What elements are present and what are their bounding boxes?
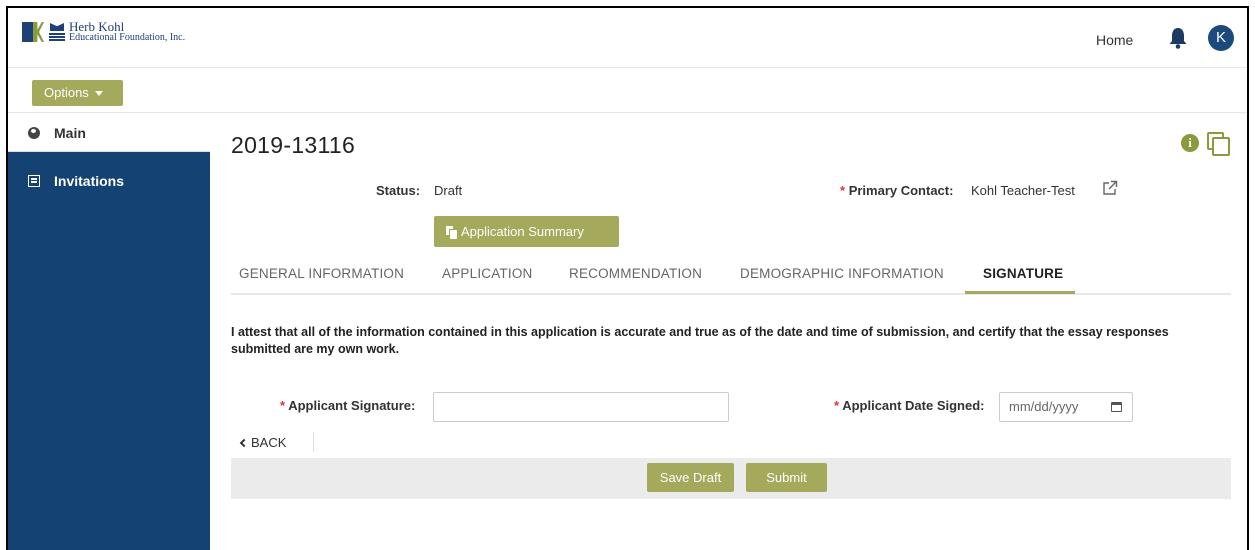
action-bar: Save Draft Submit <box>231 458 1231 499</box>
tab-application[interactable]: APPLICATION <box>442 266 532 281</box>
logo-line-2: Educational Foundation, Inc. <box>69 32 186 43</box>
submit-button[interactable]: Submit <box>746 463 827 492</box>
required-marker: * <box>280 398 286 413</box>
globe-icon <box>28 126 40 139</box>
caret-down-icon <box>95 91 104 97</box>
logo-line-1: Herb Kohl <box>69 19 125 34</box>
options-bar: Options <box>8 68 1247 113</box>
application-summary-button[interactable]: Application Summary <box>434 216 619 247</box>
logo-text: Herb Kohl Educational Foundation, Inc. <box>69 19 186 43</box>
date-placeholder: mm/dd/yyyy <box>1009 399 1079 414</box>
bell-icon[interactable] <box>1168 27 1188 49</box>
home-link[interactable]: Home <box>1096 32 1133 48</box>
back-label: BACK <box>251 435 287 450</box>
options-label: Options <box>44 85 89 100</box>
applicant-signature-label-text: Applicant Signature: <box>288 398 416 413</box>
applicant-signature-input[interactable] <box>433 392 729 422</box>
divider <box>313 432 314 452</box>
chevron-left-icon <box>239 438 249 447</box>
sidebar-item-main[interactable]: Main <box>8 114 210 152</box>
tab-recommendation[interactable]: RECOMMENDATION <box>569 266 702 281</box>
applicant-date-signed-input[interactable]: mm/dd/yyyy <box>999 392 1133 422</box>
top-navbar: Herb Kohl Educational Foundation, Inc. H… <box>8 8 1247 68</box>
application-summary-label: Application Summary <box>461 224 584 239</box>
required-marker: * <box>840 183 846 198</box>
primary-contact-label: * Primary Contact: <box>840 183 953 198</box>
primary-contact-label-text: Primary Contact: <box>848 183 954 198</box>
foundation-logo[interactable]: Herb Kohl Educational Foundation, Inc. <box>22 19 186 43</box>
list-icon <box>28 175 40 187</box>
document-icon <box>446 225 457 239</box>
sidebar-item-label: Invitations <box>54 173 125 189</box>
info-icon[interactable]: i <box>1181 134 1199 152</box>
tab-demographic-information[interactable]: DEMOGRAPHIC INFORMATION <box>740 266 944 281</box>
primary-contact-value: Kohl Teacher-Test <box>971 183 1075 198</box>
back-link[interactable]: BACK <box>239 435 287 450</box>
sidebar-item-label: Main <box>54 124 86 141</box>
calendar-icon[interactable] <box>1111 402 1122 412</box>
hk-logo-mark <box>22 22 44 42</box>
sidebar: Main Invitations <box>8 114 210 550</box>
applicant-date-signed-label: * Applicant Date Signed: <box>834 398 985 413</box>
sidebar-item-invitations[interactable]: Invitations <box>8 162 210 200</box>
copy-icon[interactable] <box>1207 132 1231 156</box>
options-dropdown-button[interactable]: Options <box>32 80 123 106</box>
save-draft-button[interactable]: Save Draft <box>647 463 734 492</box>
attestation-text: I attest that all of the information con… <box>231 325 1169 356</box>
tab-bar: GENERAL INFORMATION APPLICATION RECOMMEN… <box>231 258 1231 295</box>
status-value: Draft <box>434 183 463 198</box>
applicant-signature-label: * Applicant Signature: <box>280 398 415 413</box>
book-logo-icon <box>49 23 65 41</box>
status-label: Status: <box>376 183 421 198</box>
applicant-date-signed-label-text: Applicant Date Signed: <box>842 398 985 413</box>
tab-signature[interactable]: SIGNATURE <box>983 266 1063 281</box>
page-title: 2019-13116 <box>231 132 356 158</box>
active-tab-indicator <box>965 291 1075 294</box>
app-window: Herb Kohl Educational Foundation, Inc. H… <box>6 6 1249 550</box>
main-content: 2019-13116 i Status: Draft * Primary Con… <box>210 114 1247 550</box>
required-marker: * <box>834 398 840 413</box>
user-avatar[interactable]: K <box>1208 25 1234 51</box>
tab-general-information[interactable]: GENERAL INFORMATION <box>239 266 404 281</box>
external-link-icon[interactable] <box>1102 180 1118 196</box>
